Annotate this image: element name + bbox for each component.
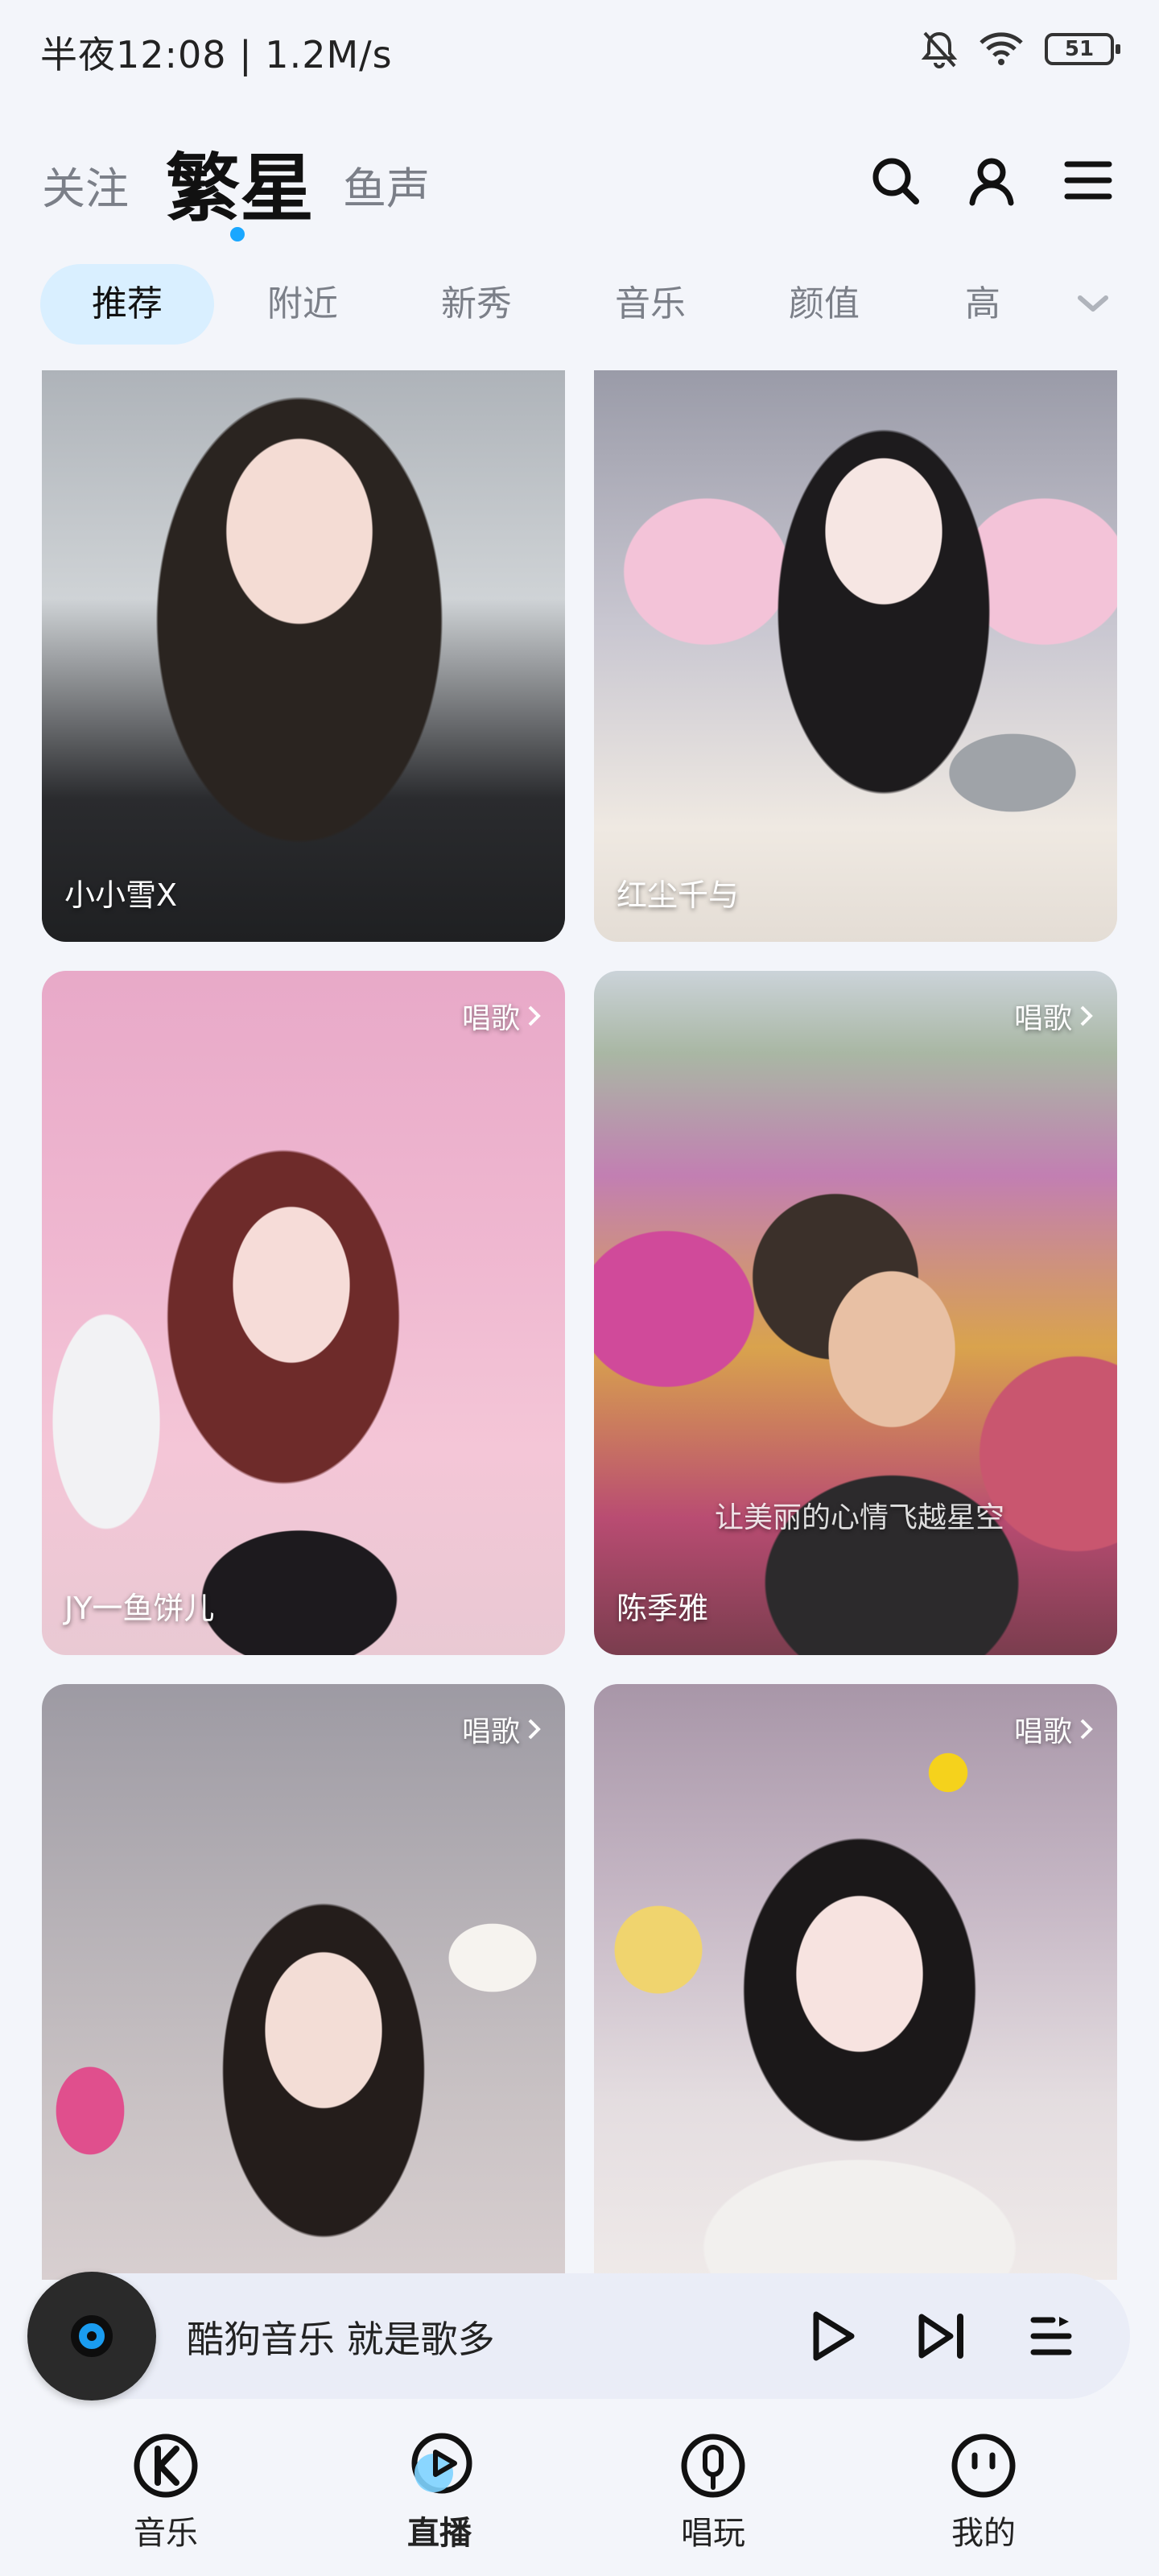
mini-player[interactable]: 酷狗音乐 就是歌多 xyxy=(27,2272,1130,2401)
live-card[interactable]: 唱歌 JY一鱼饼儿 xyxy=(42,971,565,1655)
chevron-right-icon xyxy=(528,1719,541,1740)
bottom-nav: 音乐 直播 唱玩 我的 xyxy=(0,2423,1159,2576)
battery-level: 51 xyxy=(1064,37,1095,61)
profile-button[interactable] xyxy=(966,155,1017,206)
category-looks[interactable]: 颜值 xyxy=(776,264,872,345)
streamer-photo xyxy=(594,370,1117,942)
chevron-right-icon xyxy=(1080,1005,1093,1026)
search-icon xyxy=(872,158,919,204)
menu-button[interactable] xyxy=(1062,155,1114,206)
category-music[interactable]: 音乐 xyxy=(602,264,699,345)
streamer-name: 小小雪X xyxy=(64,877,178,913)
category-more-partial[interactable]: 高 xyxy=(955,264,1011,345)
chevron-down-icon[interactable] xyxy=(1074,285,1112,324)
nav-sing[interactable]: 唱玩 xyxy=(633,2423,794,2553)
category-tag[interactable]: 唱歌 xyxy=(462,995,542,1037)
streamer-photo xyxy=(594,1684,1117,2280)
category-tag[interactable]: 唱歌 xyxy=(1014,995,1095,1037)
live-play-icon xyxy=(411,2433,472,2494)
disc-label xyxy=(71,2315,113,2357)
tag-label: 唱歌 xyxy=(1013,1002,1072,1035)
streamer-photo xyxy=(42,971,565,1655)
category-newcomer[interactable]: 新秀 xyxy=(428,264,525,345)
play-icon xyxy=(813,2311,855,2361)
mute-bell-icon xyxy=(921,31,958,68)
status-time: 半夜12:08 | 1.2M/s xyxy=(40,33,393,76)
play-button[interactable] xyxy=(802,2306,863,2367)
streamer-name: 陈季雅 xyxy=(617,1591,709,1626)
tab-fanxing[interactable]: 繁星 xyxy=(166,129,314,236)
tag-label: 唱歌 xyxy=(461,1715,520,1748)
streamer-name: 红尘千与 xyxy=(617,877,740,913)
tab-follow[interactable]: 关注 xyxy=(42,153,129,217)
kugou-k-icon xyxy=(134,2434,198,2498)
top-nav: 关注 繁星 鱼声 xyxy=(0,121,1159,250)
tag-label: 唱歌 xyxy=(461,1002,520,1035)
user-icon xyxy=(969,158,1014,206)
nav-label: 直播 xyxy=(407,2515,472,2552)
category-bar: 推荐 附近 新秀 音乐 颜值 高 xyxy=(0,264,1159,345)
live-card[interactable]: 红尘千与 xyxy=(594,370,1117,942)
wifi-icon xyxy=(980,32,1023,65)
active-tab-indicator xyxy=(230,227,245,242)
status-icons: 51 xyxy=(921,29,1120,69)
streamer-name: JY一鱼饼儿 xyxy=(64,1591,215,1626)
status-bar: 半夜12:08 | 1.2M/s 51 xyxy=(0,0,1159,105)
tab-yusheng[interactable]: 鱼声 xyxy=(343,153,430,217)
player-controls xyxy=(802,2306,1082,2367)
nav-label: 唱玩 xyxy=(681,2515,745,2552)
nav-mine[interactable]: 我的 xyxy=(903,2423,1064,2553)
category-tag[interactable]: 唱歌 xyxy=(462,1708,542,1750)
chevron-right-icon xyxy=(528,1005,541,1026)
nav-live[interactable]: 直播 xyxy=(359,2423,520,2553)
category-tag[interactable]: 唱歌 xyxy=(1014,1708,1095,1750)
nav-music[interactable]: 音乐 xyxy=(85,2423,246,2553)
microphone-icon xyxy=(681,2434,745,2498)
tag-label: 唱歌 xyxy=(1013,1715,1072,1748)
streamer-photo xyxy=(594,971,1117,1655)
live-card[interactable]: 唱歌 让美丽的心情飞越星空 陈季雅 xyxy=(594,971,1117,1655)
album-disc-icon[interactable] xyxy=(27,2272,156,2401)
nav-label: 我的 xyxy=(951,2515,1016,2552)
category-nearby[interactable]: 附近 xyxy=(254,264,351,345)
live-card[interactable]: 唱歌 xyxy=(594,1684,1117,2280)
live-card[interactable]: 小小雪X xyxy=(42,370,565,942)
stream-caption: 让美丽的心情飞越星空 xyxy=(715,1501,1005,1534)
smiley-face-icon xyxy=(951,2434,1016,2498)
top-actions xyxy=(869,155,1114,206)
playlist-icon xyxy=(1030,2317,1072,2355)
battery-icon: 51 xyxy=(1045,33,1120,65)
streamer-photo xyxy=(42,370,565,942)
streamer-photo xyxy=(42,1684,565,2280)
player-title: 酷狗音乐 就是歌多 xyxy=(187,2318,495,2361)
nav-label: 音乐 xyxy=(134,2515,198,2552)
skip-next-icon xyxy=(918,2314,963,2359)
live-card[interactable]: 唱歌 xyxy=(42,1684,565,2280)
search-button[interactable] xyxy=(869,155,921,206)
chevron-right-icon xyxy=(1080,1719,1093,1740)
playlist-button[interactable] xyxy=(1021,2306,1082,2367)
next-button[interactable] xyxy=(911,2306,972,2367)
menu-icon xyxy=(1064,161,1112,200)
category-recommend[interactable]: 推荐 xyxy=(40,264,214,345)
